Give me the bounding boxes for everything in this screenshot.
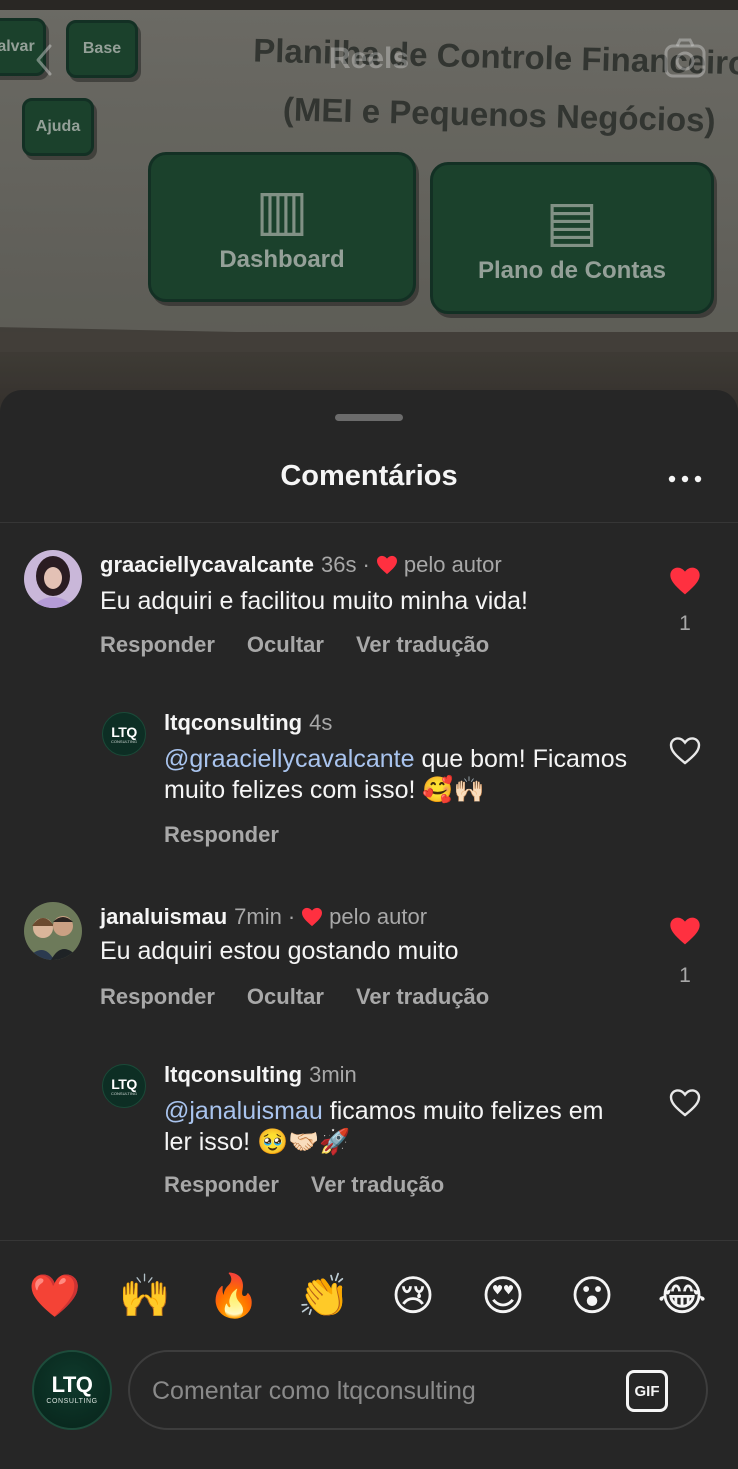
comment-text: @janaluismau ficamos muito felizes em le…: [164, 1096, 624, 1158]
comment-input[interactable]: [152, 1368, 612, 1414]
reply-button[interactable]: Responder: [100, 632, 215, 658]
comments-sheet: Comentários graaciellycavalcante 36s · p…: [0, 390, 738, 1469]
comment-text: Eu adquiri e facilitou muito minha vida!: [100, 587, 529, 615]
comment-username[interactable]: ltqconsulting: [164, 1062, 302, 1088]
comment-actions: Responder Ver tradução: [164, 1172, 476, 1198]
raising-hands-emoji-icon[interactable]: 🙌: [117, 1268, 173, 1324]
mention-link[interactable]: @graaciellycavalcante: [164, 745, 415, 773]
author-like-label: pelo autor: [403, 552, 502, 577]
comment-time: 36s: [321, 552, 357, 577]
comment-meta: ltqconsulting 3min: [164, 1062, 357, 1088]
camera-icon[interactable]: [662, 36, 708, 82]
fire-emoji-icon[interactable]: 🔥: [206, 1268, 262, 1324]
avatar[interactable]: LTQ CONSULTING: [102, 1064, 146, 1108]
translate-button[interactable]: Ver tradução: [356, 984, 489, 1010]
heart-eyes-emoji-icon[interactable]: 😍: [475, 1268, 531, 1324]
comment-actions: Responder Ocultar Ver tradução: [100, 632, 521, 658]
comment-text: Eu adquiri estou gostando muito: [100, 937, 459, 965]
meta-separator: ·: [362, 552, 370, 577]
like-heart-icon[interactable]: [669, 916, 701, 946]
heart-emoji-icon[interactable]: ❤️: [27, 1268, 83, 1324]
author-like-label: pelo autor: [329, 904, 428, 929]
comment-input-box[interactable]: GIF: [128, 1350, 708, 1430]
comment-time: 4s: [309, 710, 333, 735]
comment-username[interactable]: ltqconsulting: [164, 710, 302, 736]
comment-actions: Responder: [164, 822, 311, 848]
meta-separator: ·: [287, 904, 296, 929]
crying-emoji-icon[interactable]: 😢: [385, 1268, 441, 1324]
avatar-monogram: LTQ: [51, 1372, 93, 1397]
like-heart-icon[interactable]: [669, 566, 701, 596]
translate-button[interactable]: Ver tradução: [356, 632, 489, 658]
surprised-emoji-icon[interactable]: 😮: [564, 1268, 620, 1324]
comment-username[interactable]: graaciellycavalcante: [100, 552, 314, 578]
avatar-subtitle: CONSULTING: [46, 1398, 98, 1405]
avatar[interactable]: [24, 902, 82, 960]
reply-button[interactable]: Responder: [100, 984, 215, 1010]
drag-handle[interactable]: [335, 414, 403, 421]
author-liked-heart-icon: [302, 907, 323, 927]
laughing-emoji-icon[interactable]: 😂: [654, 1268, 710, 1324]
comment-meta: ltqconsulting 4s: [164, 710, 332, 736]
author-liked-heart-icon: [376, 555, 397, 575]
translate-button[interactable]: Ver tradução: [311, 1172, 444, 1198]
avatar-monogram: LTQ: [111, 1075, 137, 1092]
comment-username[interactable]: janaluismau: [100, 904, 227, 930]
like-count: 1: [679, 612, 691, 635]
hide-button[interactable]: Ocultar: [247, 632, 324, 658]
avatar[interactable]: [24, 550, 82, 608]
comment-meta: janaluismau 7min · pelo autor: [100, 904, 427, 930]
like-count: 1: [679, 964, 691, 987]
quick-reactions-bar: ❤️ 🙌 🔥 👏 😢 😍 😮 😂: [0, 1268, 738, 1324]
comment-meta: graaciellycavalcante 36s · pelo autor: [100, 552, 502, 578]
composer-avatar[interactable]: LTQ CONSULTING: [32, 1350, 112, 1430]
reels-title: Reels: [328, 42, 410, 75]
hide-button[interactable]: Ocultar: [247, 984, 324, 1010]
mention-link[interactable]: @janaluismau: [164, 1097, 323, 1125]
comments-title: Comentários: [280, 460, 458, 492]
avatar-subtitle: CONSULTING: [111, 738, 137, 744]
like-heart-outline-icon[interactable]: [669, 1088, 701, 1118]
gif-button[interactable]: GIF: [626, 1370, 668, 1412]
comment-time: 7min: [234, 904, 282, 929]
reply-button[interactable]: Responder: [164, 822, 279, 848]
like-heart-outline-icon[interactable]: [669, 736, 701, 766]
more-options-icon[interactable]: [668, 472, 702, 486]
avatar-subtitle: CONSULTING: [111, 1090, 137, 1096]
reply-button[interactable]: Responder: [164, 1172, 279, 1198]
comment-time: 3min: [309, 1062, 357, 1087]
composer-divider: [0, 1240, 738, 1241]
comment-text: @graaciellycavalcante que bom! Ficamos m…: [164, 744, 644, 806]
comment-actions: Responder Ocultar Ver tradução: [100, 984, 521, 1010]
avatar[interactable]: LTQ CONSULTING: [102, 712, 146, 756]
avatar-monogram: LTQ: [111, 723, 137, 740]
title-divider: [0, 522, 738, 523]
clapping-emoji-icon[interactable]: 👏: [296, 1268, 352, 1324]
